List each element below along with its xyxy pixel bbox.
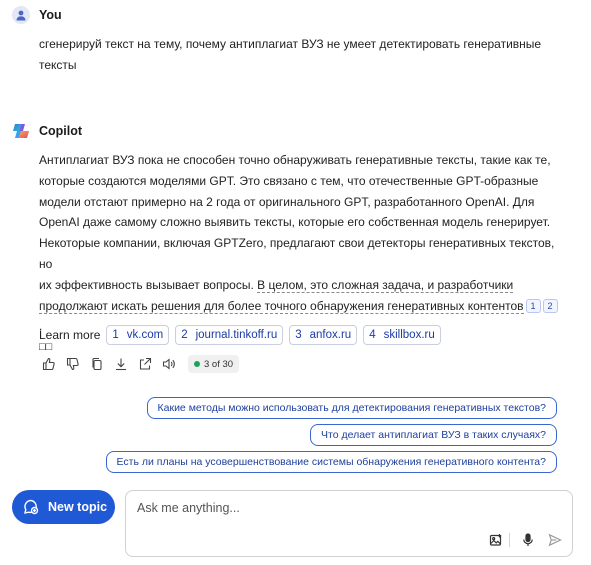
status-dot-icon: [194, 361, 200, 367]
copilot-line: OpenAI даже самому сложно выявить тексты…: [39, 215, 551, 230]
user-message-line: тексты: [39, 57, 77, 72]
copilot-line: их эффективность вызывает вопросы. В цел…: [39, 275, 559, 296]
copilot-logo-icon: [12, 122, 30, 140]
thumbs-down-icon[interactable]: [64, 355, 82, 373]
copilot-line: Антиплагиат ВУЗ пока не способен точно о…: [39, 153, 551, 167]
message-actions: 3 of 30: [40, 355, 240, 373]
learn-more-label: Learn more: [39, 328, 101, 342]
source-number: 3: [295, 329, 302, 341]
citation-1[interactable]: 1: [525, 298, 541, 313]
copilot-header: Copilot: [12, 122, 82, 140]
source-link[interactable]: 1 vk.com: [106, 325, 170, 345]
user-header: You: [12, 6, 62, 24]
citation-2[interactable]: 2: [542, 298, 558, 313]
response-counter: 3 of 30: [188, 355, 240, 373]
source-link[interactable]: 2 journal.tinkoff.ru: [175, 325, 284, 345]
speaker-icon[interactable]: [160, 355, 178, 373]
response-counter-text: 3 of 30: [204, 358, 234, 370]
copilot-line-text: их эффективность вызывает вопросы.: [39, 277, 258, 292]
new-topic-label: New topic: [48, 500, 108, 514]
download-icon[interactable]: [112, 355, 130, 373]
learn-more: Learn more 1 vk.com 2 journal.tinkoff.ru 3…: [39, 325, 447, 345]
copilot-name: Copilot: [39, 124, 83, 138]
new-topic-button[interactable]: New topic: [12, 490, 115, 524]
suggestion-chip[interactable]: Какие методы можно использовать для дете…: [146, 397, 557, 419]
source-name: anfox.ru: [309, 329, 352, 341]
source-link[interactable]: 4 skillbox.ru: [363, 325, 441, 345]
copilot-line: модели отстают примерно на 2 года от ори…: [39, 194, 535, 209]
copy-icon[interactable]: [88, 355, 106, 373]
copilot-line: которые создаются моделями GPT. Это связ…: [39, 173, 539, 188]
image-search-icon[interactable]: [487, 531, 505, 549]
chat-input[interactable]: [137, 501, 437, 515]
highlighted-text[interactable]: продолжают искать решения для более точн…: [39, 298, 524, 314]
source-number: 2: [181, 329, 188, 341]
new-topic-icon: [22, 498, 40, 516]
thumbs-up-icon[interactable]: [40, 355, 58, 373]
highlighted-text[interactable]: В целом, это сложная задача, и разработч…: [257, 277, 514, 293]
source-number: 4: [369, 329, 376, 341]
suggestion-chip[interactable]: Что делает антиплагиат ВУЗ в таких случа…: [310, 424, 557, 446]
user-avatar-icon: [12, 6, 30, 24]
share-icon[interactable]: [136, 355, 154, 373]
user-message: сгенерируй текст на тему, почему антипла…: [39, 34, 559, 76]
chat-input-box: [125, 490, 573, 557]
source-link[interactable]: 3 anfox.ru: [289, 325, 358, 345]
source-name: journal.tinkoff.ru: [195, 329, 278, 341]
source-name: skillbox.ru: [383, 329, 435, 341]
suggestion-chip[interactable]: Есть ли планы на усовершенствование сист…: [105, 451, 557, 473]
source-number: 1: [112, 329, 119, 341]
user-message-line: сгенерируй текст на тему, почему антипла…: [39, 37, 542, 51]
input-divider: [509, 533, 510, 547]
send-icon[interactable]: [546, 531, 564, 549]
user-name: You: [39, 8, 62, 22]
copilot-line: Некоторые компании, включая GPTZero, пре…: [39, 236, 555, 271]
source-name: vk.com: [126, 329, 164, 341]
microphone-icon[interactable]: [519, 531, 537, 549]
